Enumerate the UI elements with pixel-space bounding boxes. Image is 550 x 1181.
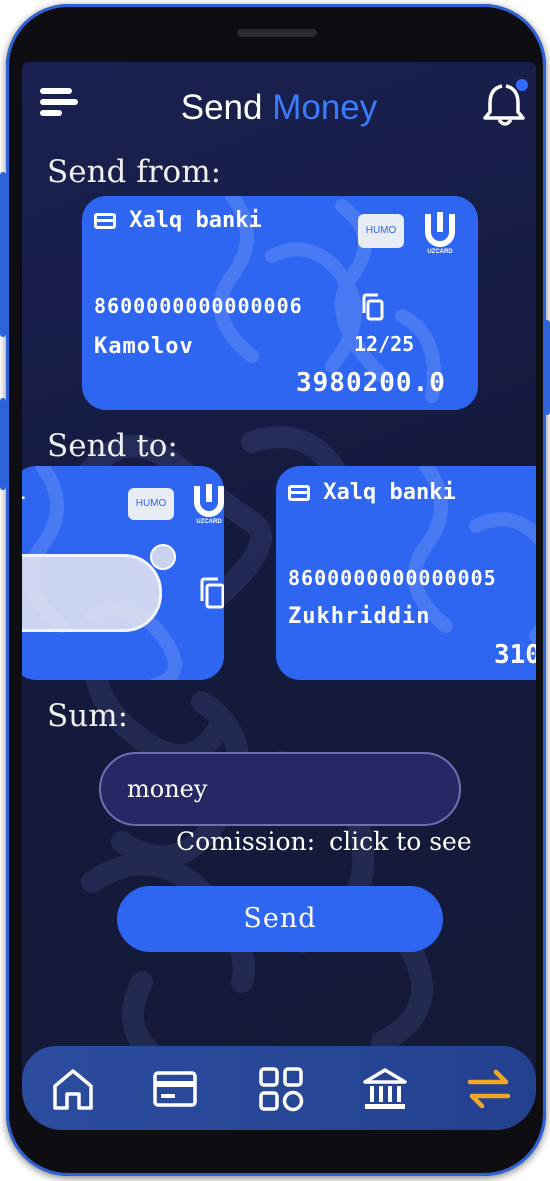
side-button-left-top	[0, 172, 6, 337]
card-bank-row: Xalq banki	[94, 208, 262, 233]
card-number: 8600000000000005	[288, 566, 497, 590]
page-title: Send Money	[22, 88, 536, 128]
side-button-left-bottom	[0, 398, 6, 490]
send-from-card[interactable]: Xalq banki HUMO UZCARD 8600000000000006 …	[82, 196, 478, 410]
bank-icon[interactable]	[360, 1064, 410, 1114]
humo-logo: HUMO	[128, 488, 174, 520]
uzcard-logo: UZCARD	[425, 212, 455, 255]
uzcard-label: UZCARD	[427, 249, 453, 255]
bell-icon[interactable]	[480, 78, 532, 128]
copy-icon[interactable]	[360, 293, 386, 323]
send-to-card-1[interactable]: i HUMO UZCARD	[22, 466, 224, 680]
card-holder: Kamolov	[94, 334, 194, 359]
commission-row[interactable]: Comission: click to see	[176, 827, 472, 856]
home-icon[interactable]	[48, 1064, 98, 1114]
apps-grid-icon[interactable]	[256, 1064, 306, 1114]
send-button[interactable]: Send	[117, 886, 443, 952]
card-chip-icon	[94, 213, 116, 229]
commission-link[interactable]: click to see	[329, 827, 472, 856]
notification-dot	[516, 79, 528, 91]
send-to-label: Send to:	[47, 428, 178, 464]
sum-label: Sum:	[47, 698, 129, 734]
transfer-icon[interactable]	[464, 1064, 514, 1114]
speaker-grille	[237, 29, 317, 37]
card-bank-name: Xalq banki	[129, 208, 262, 233]
page-title-accent: Money	[272, 88, 378, 127]
sum-input[interactable]: money	[99, 752, 461, 826]
send-from-label: Send from:	[47, 154, 222, 190]
commission-label: Comission:	[176, 827, 316, 856]
page-title-main: Send	[180, 88, 263, 127]
copy-icon[interactable]	[198, 576, 224, 612]
card-holder: Zukhriddin	[288, 604, 431, 629]
card-bank-fragment: i	[22, 480, 25, 505]
loading-overlay	[22, 554, 162, 632]
card-number: 8600000000000006	[94, 294, 303, 318]
card-bank-name: Xalq banki	[323, 480, 456, 505]
app-screen: Send Money Send from: Xalq banki HUMO UZ…	[22, 62, 536, 1130]
sum-input-placeholder: money	[127, 775, 208, 803]
uzcard-logo: UZCARD	[194, 484, 224, 525]
humo-logo: HUMO	[358, 214, 404, 248]
loading-dot	[150, 544, 176, 570]
card-chip-icon	[288, 485, 310, 501]
send-to-card-2[interactable]: Xalq banki 8600000000000005 Zukhriddin 3…	[276, 466, 536, 680]
card-bank-row: Xalq banki	[288, 480, 456, 505]
side-button-right	[544, 320, 550, 415]
uzcard-label: UZCARD	[196, 519, 222, 525]
card-balance: 3980200.0	[296, 368, 446, 398]
card-icon[interactable]	[150, 1064, 200, 1114]
card-expiry: 12/25	[354, 332, 415, 356]
bottom-nav	[22, 1046, 536, 1130]
card-balance: 310	[494, 640, 536, 670]
